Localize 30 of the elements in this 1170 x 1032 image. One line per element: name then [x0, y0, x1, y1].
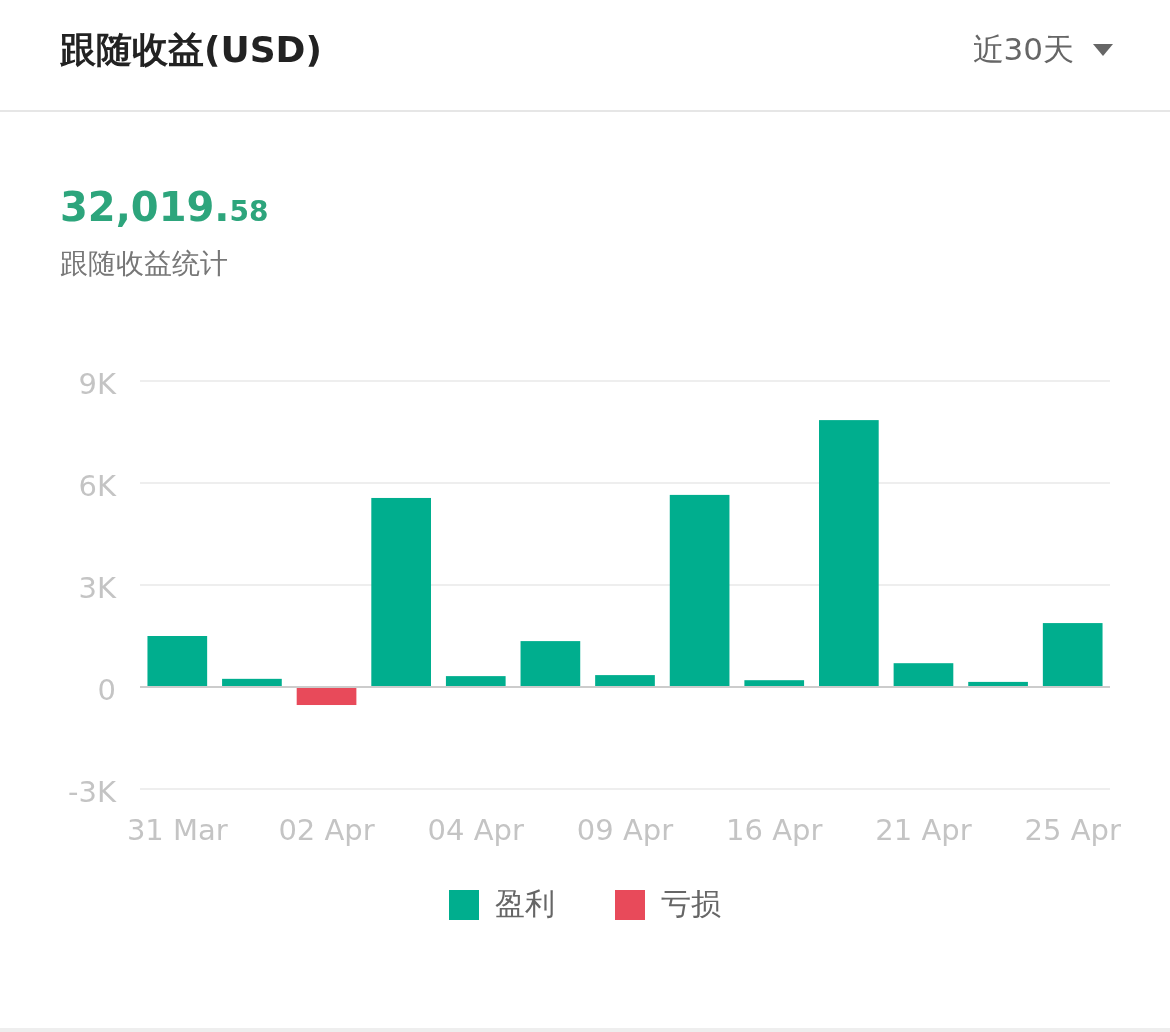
- y-tick-label: 0: [97, 673, 116, 707]
- x-tick-label: 04 Apr: [427, 813, 524, 847]
- legend-swatch: [449, 889, 479, 920]
- period-dropdown[interactable]: 近30天: [972, 29, 1114, 71]
- bar: [147, 636, 208, 687]
- y-tick-label: 6K: [78, 469, 116, 503]
- caret-icon: [1092, 43, 1114, 57]
- x-tick-label: 02 Apr: [278, 813, 375, 847]
- legend-label: 亏损: [661, 885, 721, 923]
- y-tick-label: 3K: [78, 571, 116, 605]
- bar: [968, 681, 1028, 687]
- legend-label: 盈利: [495, 885, 555, 923]
- bar: [893, 663, 954, 687]
- total-amount: 32,019.58: [60, 183, 270, 232]
- x-tick-label: 21 Apr: [875, 813, 972, 847]
- chart-title: 跟随收益(USD): [60, 27, 322, 72]
- total-label: 跟随收益统计: [60, 246, 229, 282]
- bar: [1042, 623, 1103, 687]
- bar: [445, 676, 506, 687]
- y-tick-label: 9K: [78, 367, 116, 401]
- x-tick-label: 31 Mar: [126, 813, 228, 847]
- x-tick-label: 09 Apr: [576, 813, 674, 847]
- bar: [744, 680, 805, 687]
- x-tick-label: 16 Apr: [726, 813, 823, 847]
- x-tick-label: 25 Apr: [1024, 813, 1121, 847]
- bar: [520, 641, 581, 687]
- bar: [222, 678, 282, 687]
- legend-swatch: [615, 889, 645, 920]
- y-tick-label: -3K: [68, 775, 116, 809]
- bar: [595, 675, 655, 687]
